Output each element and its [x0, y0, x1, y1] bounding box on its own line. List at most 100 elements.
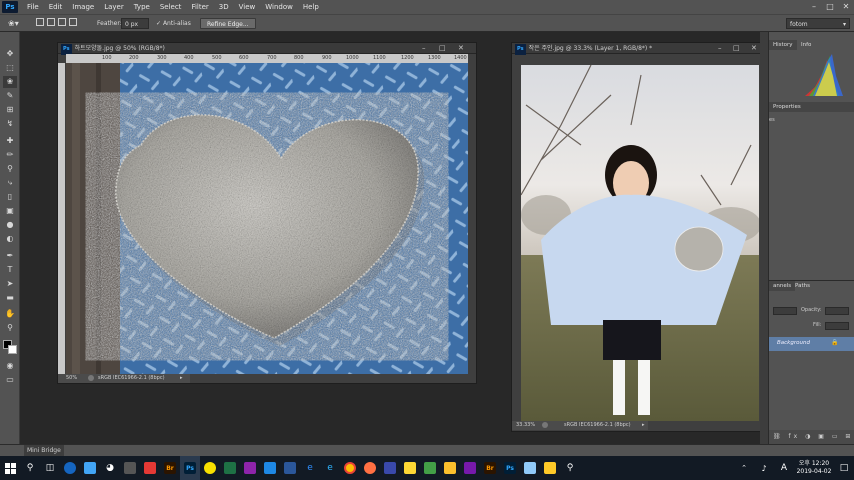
eraser-tool-icon[interactable]: ▯: [3, 191, 17, 203]
screen-mode-icon[interactable]: ▭: [3, 374, 17, 386]
menu-view[interactable]: View: [234, 0, 261, 14]
search-icon[interactable]: ⚲: [20, 456, 40, 480]
menu-layer[interactable]: Layer: [99, 0, 129, 14]
fill-input[interactable]: [825, 322, 849, 330]
opacity-input[interactable]: [825, 307, 849, 315]
calculator-icon[interactable]: [120, 456, 140, 480]
minimize-icon[interactable]: –: [422, 43, 426, 54]
windows-start-icon[interactable]: [0, 456, 20, 480]
status-info-icon[interactable]: [88, 375, 94, 381]
minimize-icon[interactable]: –: [806, 0, 822, 14]
zoom-level[interactable]: 33.33%: [516, 421, 535, 430]
background-color-swatch[interactable]: [8, 345, 17, 354]
move-tool-icon[interactable]: ✥: [3, 48, 17, 60]
app-icon-9[interactable]: [400, 456, 420, 480]
clone-stamp-tool-icon[interactable]: ⚲: [3, 163, 17, 175]
document-tab[interactable]: Ps 하트모양돌.jpg @ 50% (RGB/8*): [58, 43, 476, 55]
app-icon-8[interactable]: [380, 456, 400, 480]
volume-icon[interactable]: ♪: [754, 456, 774, 480]
minimize-icon[interactable]: –: [718, 43, 722, 54]
ie-icon[interactable]: e: [320, 456, 340, 480]
kakaotalk-icon[interactable]: [200, 456, 220, 480]
blend-mode-select[interactable]: [773, 307, 797, 315]
status-info-icon[interactable]: [542, 422, 548, 428]
photoshop-app-icon[interactable]: Ps: [180, 456, 200, 480]
menu-3d[interactable]: 3D: [214, 0, 234, 14]
crop-tool-icon[interactable]: ⊞: [3, 104, 17, 116]
shape-tool-icon[interactable]: ▬: [3, 292, 17, 304]
app-icon-1[interactable]: [60, 456, 80, 480]
app-icon-3[interactable]: ◕: [100, 456, 120, 480]
selection-mode-icons[interactable]: [36, 18, 84, 29]
menu-help[interactable]: Help: [298, 0, 324, 14]
app-icon-4[interactable]: [140, 456, 160, 480]
clock[interactable]: 오후 12:20 2019-04-02: [794, 460, 834, 476]
pen-tool-icon[interactable]: ✒: [3, 250, 17, 262]
close-icon[interactable]: ✕: [751, 43, 757, 54]
maximize-icon[interactable]: □: [822, 0, 838, 14]
app-icon-10[interactable]: [420, 456, 440, 480]
blur-tool-icon[interactable]: ●: [3, 219, 17, 231]
document-tab[interactable]: Ps 작은 주인.jpg @ 33.3% (Layer 1, RGB/8*) *: [512, 43, 766, 55]
app-icon-13[interactable]: [540, 456, 560, 480]
history-brush-tool-icon[interactable]: ⤷: [3, 177, 17, 189]
maximize-icon[interactable]: □: [439, 43, 446, 54]
tab-properties[interactable]: Properties: [769, 102, 854, 112]
lasso-tool-icon[interactable]: ❀: [3, 76, 17, 88]
dodge-tool-icon[interactable]: ◐: [3, 233, 17, 245]
menu-filter[interactable]: Filter: [186, 0, 213, 14]
app-icon-12[interactable]: [520, 456, 540, 480]
bridge-app-icon-2[interactable]: Br: [480, 456, 500, 480]
close-icon[interactable]: ✕: [838, 0, 854, 14]
type-tool-icon[interactable]: T: [3, 264, 17, 276]
notification-icon[interactable]: □: [834, 456, 854, 480]
menu-edit[interactable]: Edit: [44, 0, 68, 14]
layer-actions-bar[interactable]: ⛓ fx ◑ ▣ ▭ ⊞ 🗑: [769, 430, 854, 454]
onenote-icon[interactable]: [460, 456, 480, 480]
tab-paths[interactable]: Paths: [791, 281, 814, 291]
task-view-icon[interactable]: ◫: [40, 456, 60, 480]
zoom-tool-icon[interactable]: ⚲: [3, 322, 17, 334]
healing-brush-tool-icon[interactable]: ✚: [3, 135, 17, 147]
tray-chevron-icon[interactable]: ⌃: [734, 456, 754, 480]
photoshop-app-icon-2[interactable]: Ps: [500, 456, 520, 480]
maps-pin-icon[interactable]: ⚲: [560, 456, 580, 480]
tab-info[interactable]: Info: [797, 40, 815, 50]
app-icon-11[interactable]: [440, 456, 460, 480]
chrome-icon[interactable]: [340, 456, 360, 480]
hand-tool-icon[interactable]: ✋: [3, 308, 17, 320]
girl-photo-image[interactable]: [521, 65, 759, 421]
heart-stone-image[interactable]: [66, 63, 468, 374]
brush-tool-icon[interactable]: ✏: [3, 149, 17, 161]
menu-file[interactable]: File: [22, 0, 44, 14]
gradient-tool-icon[interactable]: ▣: [3, 205, 17, 217]
app-icon-6[interactable]: [260, 456, 280, 480]
feather-input[interactable]: 0 px: [121, 18, 149, 29]
app-icon-7[interactable]: [360, 456, 380, 480]
tab-history[interactable]: History: [769, 40, 797, 50]
bridge-app-icon[interactable]: Br: [160, 456, 180, 480]
lasso-tool-preset-icon[interactable]: ❀▾: [8, 18, 28, 29]
menu-window[interactable]: Window: [260, 0, 298, 14]
close-icon[interactable]: ✕: [458, 43, 464, 54]
status-arrow-icon[interactable]: ▸: [642, 421, 645, 430]
quick-mask-icon[interactable]: ◉: [3, 360, 17, 372]
maximize-icon[interactable]: □: [733, 43, 740, 54]
path-selection-tool-icon[interactable]: ➤: [3, 278, 17, 290]
workspace-select[interactable]: fotom ▾: [786, 18, 850, 29]
menu-type[interactable]: Type: [129, 0, 155, 14]
refine-edge-button[interactable]: Refine Edge...: [200, 18, 256, 29]
antialias-checkbox[interactable]: ✓ Anti-alias: [156, 18, 191, 29]
excel-icon[interactable]: [220, 456, 240, 480]
menu-image[interactable]: Image: [67, 0, 99, 14]
ime-indicator[interactable]: A: [774, 456, 794, 480]
status-arrow-icon[interactable]: ▸: [180, 374, 183, 383]
zoom-level[interactable]: 50%: [66, 374, 77, 383]
app-icon-5[interactable]: [240, 456, 260, 480]
menu-select[interactable]: Select: [155, 0, 187, 14]
marquee-tool-icon[interactable]: ⬚: [3, 62, 17, 74]
word-icon[interactable]: [280, 456, 300, 480]
layer-row-background[interactable]: Background 🔒: [769, 337, 854, 351]
eyedropper-tool-icon[interactable]: ↯: [3, 118, 17, 130]
quick-select-tool-icon[interactable]: ✎: [3, 90, 17, 102]
